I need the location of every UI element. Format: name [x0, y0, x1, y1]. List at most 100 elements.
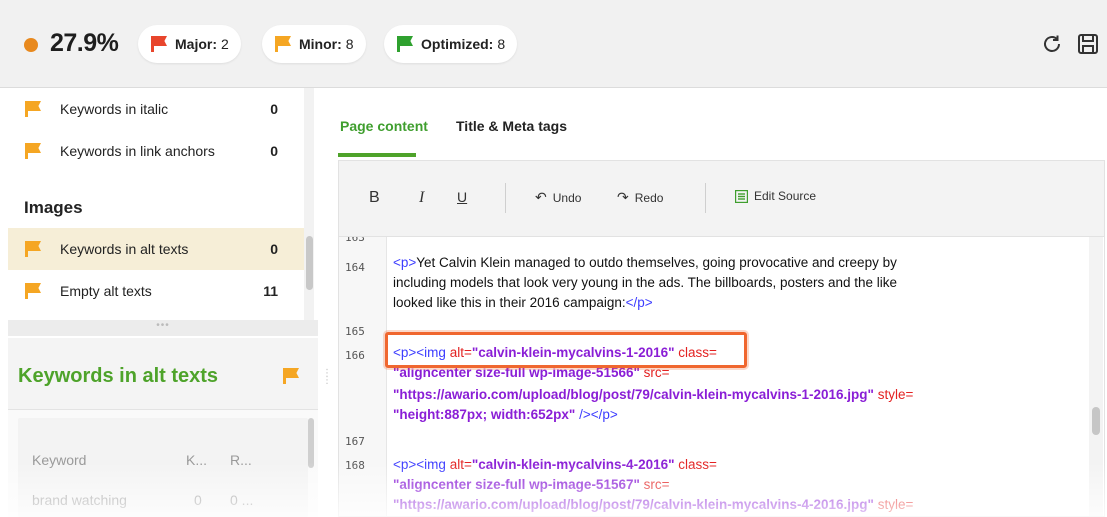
- score-dot-icon: [24, 38, 38, 52]
- table-cell-r: 0 ...: [230, 492, 254, 508]
- major-label: Major:: [175, 36, 217, 52]
- factor-label: Empty alt texts: [60, 283, 152, 299]
- factor-item-empty-alt-texts[interactable]: Empty alt texts 11: [8, 270, 306, 312]
- orange-flag-icon: [274, 36, 292, 52]
- minor-issues-pill[interactable]: Minor: 8: [262, 25, 366, 63]
- red-flag-icon: [150, 36, 168, 52]
- factors-scrollbar[interactable]: [304, 88, 314, 320]
- code-value: "height:887px; width:652px": [393, 407, 576, 422]
- code-value: "https://awario.com/upload/blog/post/79/…: [393, 497, 874, 512]
- code-text: looked like this in their 2016 campaign:: [393, 295, 626, 310]
- edit-source-button[interactable]: Edit Source: [735, 189, 816, 203]
- orange-flag-icon: [24, 101, 42, 117]
- panel-resize-handle[interactable]: •••: [8, 320, 318, 336]
- orange-flag-icon: [24, 241, 42, 257]
- redo-icon: ↷: [617, 189, 629, 205]
- scrollbar-thumb[interactable]: [1092, 407, 1100, 435]
- column-header-r[interactable]: R...: [230, 452, 252, 468]
- line-number: 163: [345, 236, 365, 244]
- table-cell-k: 0: [194, 492, 202, 508]
- keywords-table-scrollbar[interactable]: [308, 418, 314, 468]
- toolbar-separator: [505, 183, 506, 213]
- code-tag: </p>: [625, 295, 653, 310]
- major-count: 2: [221, 36, 229, 52]
- section-title-images: Images: [24, 198, 83, 217]
- alt-text-highlight: [385, 332, 747, 368]
- editor-scrollbar[interactable]: [1089, 237, 1103, 516]
- code-line: including models that look very young in…: [393, 275, 897, 290]
- scrollbar-thumb[interactable]: [306, 236, 313, 290]
- factor-value: 0: [270, 101, 278, 117]
- major-issues-pill[interactable]: Major: 2: [138, 25, 241, 63]
- code-value: "https://awario.com/upload/blog/post/79/…: [393, 387, 874, 402]
- orange-flag-icon: [24, 283, 42, 299]
- edit-source-icon: [735, 189, 748, 203]
- code-line: <p>Yet Calvin Klein managed to outdo the…: [393, 255, 897, 270]
- redo-label: Redo: [634, 190, 664, 205]
- line-number: 168: [345, 459, 365, 472]
- line-number: 167: [345, 435, 365, 448]
- column-header-k[interactable]: K...: [186, 452, 207, 468]
- detail-header: Keywords in alt texts: [8, 338, 318, 410]
- refresh-icon[interactable]: [1040, 32, 1064, 56]
- optimization-score: 27.9%: [50, 29, 119, 57]
- factor-value: 0: [270, 241, 278, 257]
- factor-item-keywords-italic[interactable]: Keywords in italic 0: [8, 88, 306, 130]
- active-tab-indicator: [338, 153, 416, 157]
- source-editor[interactable]: 163 164 165 166 167 168 <p>Yet Calvin Kl…: [338, 236, 1105, 517]
- toolbar-separator: [705, 183, 706, 213]
- code-attr: class=: [678, 457, 717, 472]
- code-tag: <p>: [393, 255, 417, 270]
- factors-list: Keywords in italic 0 Keywords in link an…: [8, 88, 318, 320]
- minor-count: 8: [345, 36, 354, 52]
- code-value: "aligncenter size-full wp-image-51567": [393, 477, 640, 492]
- table-cell-keyword: brand watching: [32, 492, 127, 508]
- save-icon[interactable]: [1076, 32, 1100, 56]
- factor-value: 11: [263, 283, 278, 299]
- factor-label: Keywords in link anchors: [60, 143, 215, 159]
- green-flag-icon: [396, 36, 414, 52]
- code-line: "aligncenter size-full wp-image-51567" s…: [393, 477, 670, 492]
- code-tag: <p>: [393, 457, 417, 472]
- orange-flag-icon: [24, 143, 42, 159]
- keywords-table-body: Keyword K... R... brand watching 0 0 ...: [18, 418, 308, 517]
- column-header-keyword[interactable]: Keyword: [32, 452, 86, 468]
- line-number: 164: [345, 261, 365, 274]
- code-attr: style=: [877, 387, 914, 402]
- factor-label: Keywords in italic: [60, 101, 169, 117]
- factor-value: 0: [270, 143, 278, 159]
- editor-toolbar: B I U ↶ Undo ↷ Redo Edit Source: [338, 160, 1105, 236]
- code-line: <p><img alt="calvin-klein-mycalvins-4-20…: [393, 457, 717, 472]
- code-text: including models that look very young in…: [393, 275, 898, 290]
- redo-button[interactable]: ↷ Redo: [617, 189, 663, 206]
- optimized-label: Optimized:: [421, 36, 494, 52]
- undo-button[interactable]: ↶ Undo: [535, 189, 581, 206]
- optimized-pill[interactable]: Optimized: 8: [384, 25, 518, 63]
- top-bar: 27.9% Major: 2 Minor: 8 Optimized: 8: [0, 0, 1107, 88]
- detail-title: Keywords in alt texts: [18, 365, 219, 387]
- optimized-count: 8: [497, 36, 506, 52]
- code-line: looked like this in their 2016 campaign:…: [393, 295, 653, 310]
- code-tag: <img: [416, 457, 446, 472]
- vertical-splitter-handle[interactable]: ⋮ ⋮: [322, 369, 332, 400]
- code-attr: src=: [643, 477, 670, 492]
- code-attr: alt=: [449, 457, 472, 472]
- minor-label: Minor:: [299, 36, 342, 52]
- orange-flag-icon: [282, 368, 300, 384]
- underline-button[interactable]: U: [457, 189, 467, 205]
- keywords-table: Keyword K... R... brand watching 0 0 ...: [8, 410, 318, 517]
- code-text: Yet Calvin Klein managed to outdo themse…: [416, 255, 897, 270]
- tab-page-content[interactable]: Page content: [340, 118, 428, 134]
- bold-button[interactable]: B: [369, 189, 380, 207]
- undo-icon: ↶: [535, 189, 547, 205]
- code-line: "https://awario.com/upload/blog/post/79/…: [393, 387, 913, 402]
- factor-item-keywords-alt-texts[interactable]: Keywords in alt texts 0: [8, 228, 306, 270]
- code-line: "https://awario.com/upload/blog/post/79/…: [393, 497, 913, 512]
- tab-title-meta-tags[interactable]: Title & Meta tags: [456, 118, 567, 134]
- factor-item-keywords-link-anchors[interactable]: Keywords in link anchors 0: [8, 130, 306, 172]
- code-line: "height:887px; width:652px" /></p>: [393, 407, 618, 422]
- code-tag: /></p>: [579, 407, 618, 422]
- edit-source-label: Edit Source: [754, 189, 817, 203]
- italic-button[interactable]: I: [419, 189, 424, 207]
- line-number-gutter: 163 164 165 166 167 168: [339, 236, 387, 516]
